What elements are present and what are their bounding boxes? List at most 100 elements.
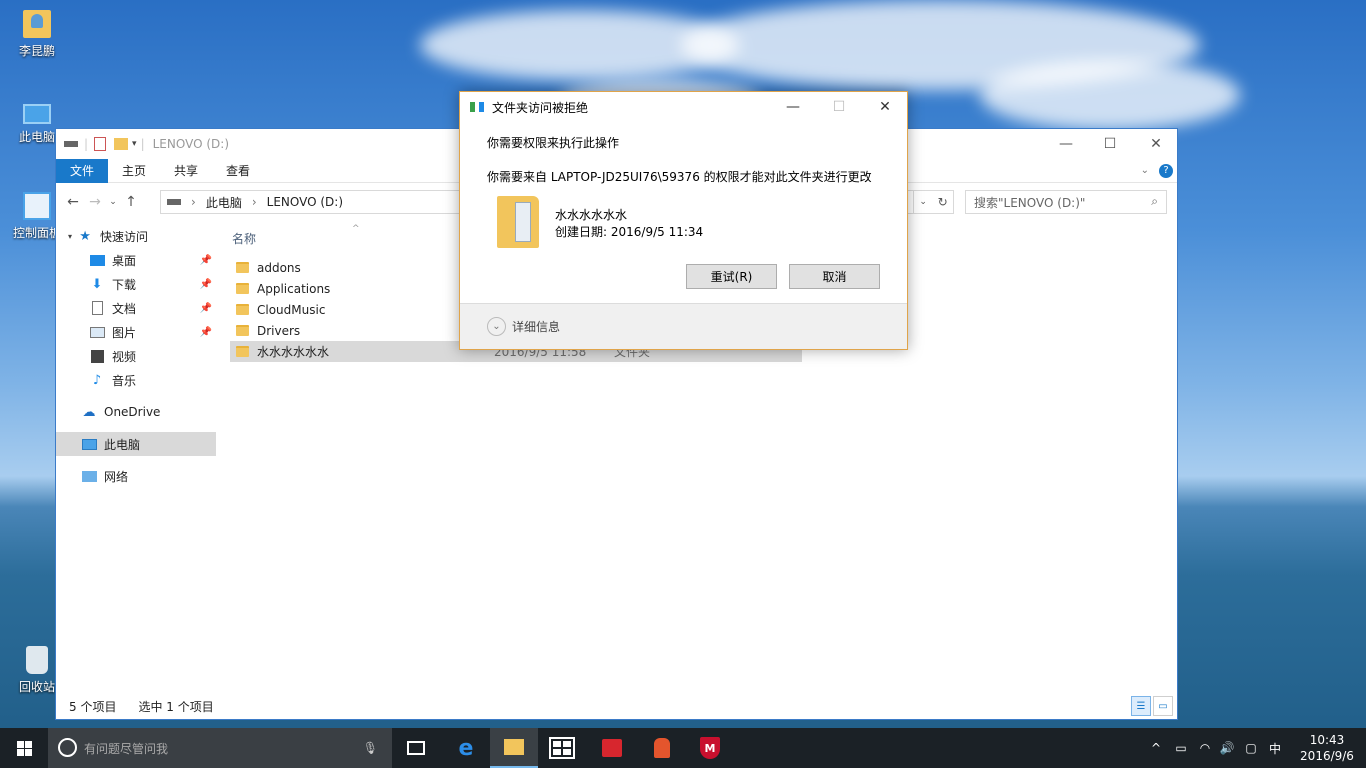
nav-label: OneDrive [104, 405, 161, 419]
user-folder-icon [23, 10, 51, 38]
quick-access-dropdown-icon[interactable]: ▾ [132, 139, 137, 149]
nav-this-pc[interactable]: 此电脑 [56, 432, 216, 456]
navigation-pane: ▾ ★ 快速访问 桌面 📌 ⬇ 下载 📌 文档 📌 图片 📌 视频 ♪ 音乐 ☁… [56, 224, 216, 693]
desktop-icon-user[interactable]: 李昆鹏 [10, 10, 64, 59]
breadcrumb-separator: › [191, 195, 196, 209]
nav-label: 视频 [112, 349, 137, 364]
details-view-button[interactable]: ☰ [1131, 696, 1151, 716]
folder-icon [497, 196, 539, 248]
pin-icon[interactable]: 📌 [200, 255, 212, 266]
pin-icon[interactable]: 📌 [200, 303, 212, 314]
nav-videos[interactable]: 视频 [56, 344, 216, 368]
recent-locations-icon[interactable]: ⌄ [106, 197, 120, 207]
breadcrumb-drive[interactable]: LENOVO (D:) [267, 195, 343, 209]
computer-icon [80, 436, 98, 452]
action-center-icon[interactable]: ▢ [1240, 728, 1262, 768]
details-toggle[interactable]: 详细信息 [512, 318, 560, 335]
tab-share[interactable]: 共享 [160, 159, 212, 183]
tab-file[interactable]: 文件 [56, 158, 109, 183]
tab-home[interactable]: 主页 [108, 159, 160, 183]
back-icon[interactable]: ← [62, 194, 84, 210]
nav-onedrive[interactable]: ☁ OneDrive [56, 400, 216, 424]
reader-app-button[interactable] [588, 728, 636, 768]
cortana-icon [58, 738, 77, 757]
folder-transfer-icon [470, 102, 484, 112]
new-folder-icon[interactable] [114, 138, 129, 150]
expand-icon[interactable]: ▾ [68, 232, 72, 241]
start-button[interactable] [0, 728, 48, 768]
microphone-icon[interactable]: 🎙 [363, 741, 378, 755]
large-icons-view-button[interactable]: ▭ [1153, 696, 1173, 716]
minimize-button[interactable]: — [1043, 129, 1089, 159]
breadcrumb-this-pc[interactable]: 此电脑 [206, 194, 242, 211]
file-explorer-button[interactable] [490, 728, 538, 768]
pin-icon[interactable]: 📌 [200, 327, 212, 338]
up-icon[interactable]: ↑ [120, 194, 142, 210]
pin-icon[interactable]: 📌 [200, 279, 212, 290]
app-head-icon [654, 738, 670, 758]
column-header-name[interactable]: 名称 [232, 230, 256, 247]
maximize-button[interactable]: ☐ [1087, 129, 1133, 159]
clock[interactable]: 10:43 2016/9/6 [1292, 728, 1362, 768]
app-button[interactable] [638, 728, 686, 768]
battery-icon[interactable]: ▭ [1170, 728, 1192, 768]
refresh-icon[interactable]: ↻ [938, 195, 948, 209]
folder-created-date: 创建日期: 2016/9/5 11:34 [555, 225, 704, 239]
nav-desktop[interactable]: 桌面 📌 [56, 248, 216, 272]
nav-network[interactable]: 网络 [56, 464, 216, 488]
properties-icon[interactable] [94, 137, 107, 151]
help-icon[interactable]: ? [1159, 163, 1173, 178]
nav-downloads[interactable]: ⬇ 下载 📌 [56, 272, 216, 296]
document-icon [88, 300, 106, 316]
edge-button[interactable]: e [442, 728, 490, 768]
task-view-button[interactable] [392, 728, 440, 768]
close-button[interactable]: ✕ [1133, 129, 1179, 159]
taskbar: 有问题尽管问我 🎙 e M ^ ▭ ◠ 🔊 ▢ 中 10:43 2016/9/6 [0, 728, 1366, 768]
address-controls: ⌄ ↻ [914, 190, 954, 214]
expand-ribbon-icon[interactable]: ⌄ [1141, 165, 1149, 176]
cancel-button[interactable]: 取消 [789, 264, 880, 289]
folder-icon [236, 262, 249, 273]
video-icon [88, 348, 106, 364]
dialog-minimize-button[interactable]: — [770, 92, 816, 122]
retry-button[interactable]: 重试(R) [686, 264, 777, 289]
nav-label: 此电脑 [104, 437, 141, 452]
file-name: 水水水水水水 [257, 345, 330, 359]
volume-icon[interactable]: 🔊 [1216, 728, 1238, 768]
selected-count: 选中 1 个项目 [138, 699, 214, 714]
breadcrumb-separator: › [251, 195, 257, 209]
folder-icon [504, 739, 524, 755]
book-icon [602, 739, 622, 757]
dialog-close-button[interactable]: ✕ [862, 92, 908, 122]
window-title: LENOVO (D:) [152, 137, 230, 151]
nav-pictures[interactable]: 图片 📌 [56, 320, 216, 344]
address-dropdown-icon[interactable]: ⌄ [919, 197, 927, 207]
store-button[interactable] [538, 728, 586, 768]
drive-icon [64, 141, 78, 147]
star-icon: ★ [79, 228, 91, 244]
sort-up-icon: ^ [352, 224, 360, 234]
cloud [980, 60, 1240, 130]
cortana-search-box[interactable]: 有问题尽管问我 🎙 [48, 728, 392, 768]
nav-label: 文档 [112, 301, 137, 316]
mcafee-button[interactable]: M [686, 728, 734, 768]
ime-indicator[interactable]: 中 [1262, 728, 1288, 768]
search-box[interactable]: 搜索"LENOVO (D:)" ⌕ [965, 190, 1167, 214]
chevron-down-icon[interactable]: ⌄ [487, 317, 506, 336]
nav-documents[interactable]: 文档 📌 [56, 296, 216, 320]
nav-label: 网络 [104, 469, 129, 484]
cloud-icon: ☁ [82, 404, 96, 420]
picture-icon [88, 324, 106, 340]
forward-icon[interactable]: → [84, 194, 106, 210]
store-bag-icon [549, 737, 575, 759]
mcafee-shield-icon: M [700, 737, 720, 759]
show-hidden-icons-button[interactable]: ^ [1146, 728, 1166, 768]
nav-music[interactable]: ♪ 音乐 [56, 368, 216, 392]
folder-name: 水水水水水水 [555, 208, 628, 222]
tab-view[interactable]: 查看 [212, 159, 264, 183]
nav-quick-access[interactable]: ▾ ★ 快速访问 [56, 224, 216, 248]
nav-label: 快速访问 [100, 229, 149, 244]
nav-label: 桌面 [112, 253, 137, 268]
wifi-icon[interactable]: ◠ [1194, 728, 1216, 768]
dialog-maximize-button: ☐ [832, 99, 846, 115]
